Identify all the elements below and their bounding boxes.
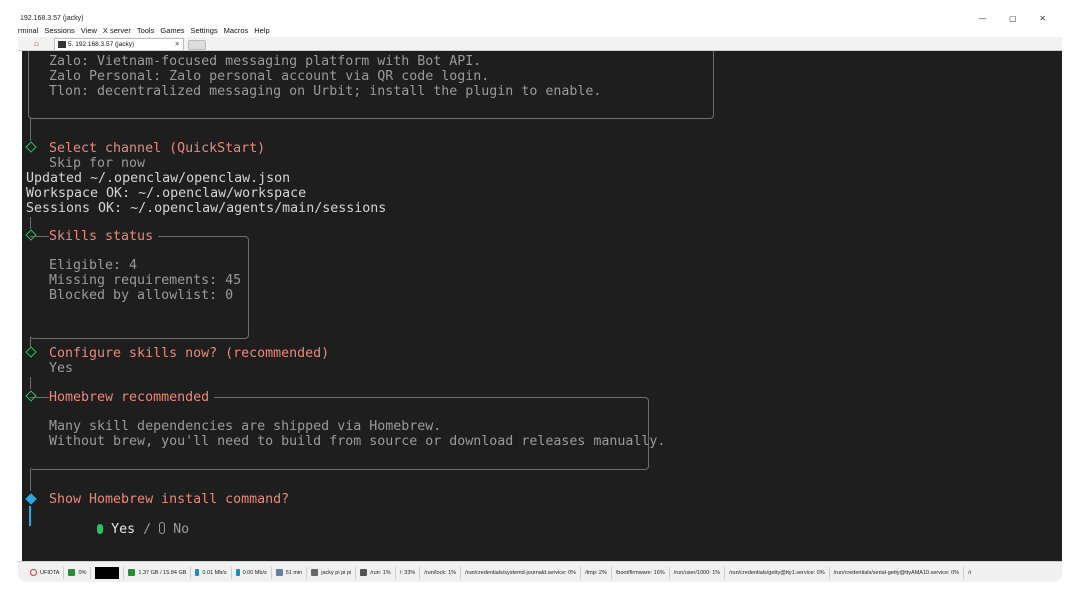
status-uptime: 51 min (272, 566, 308, 579)
uptime-icon (275, 569, 283, 576)
skills-status-title: Skills status (49, 229, 159, 244)
status-text: /run/credentials/serial-getty@ttyAMA10.s… (833, 569, 960, 576)
status-disk-serial: /run/credentials/serial-getty@ttyAMA10.s… (830, 566, 965, 579)
skills-blocked: Blocked by allowlist: 0 (49, 288, 234, 303)
tab-session[interactable]: 5. 192.168.3.57 (jacky) ✕ (54, 38, 184, 50)
upload-icon (195, 569, 200, 576)
menu-view[interactable]: View (81, 24, 97, 37)
status-text: 0% (78, 569, 87, 576)
guide-line (30, 117, 31, 141)
status-disk: /run: 1% (356, 566, 396, 579)
check-diamond-icon (25, 141, 37, 153)
status-download: 0.00 Mb/s (232, 566, 272, 579)
status-text: /run/credentials/getty@tty1.service: 0% (729, 569, 825, 576)
terminal-icon (58, 40, 66, 48)
status-user: jacky pi pi pi (307, 566, 357, 579)
configure-value: Yes (49, 361, 74, 376)
menu-terminal[interactable]: Terminal (18, 24, 38, 37)
user-icon (311, 569, 319, 576)
updated-line: Updated ~/.openclaw/openclaw.json (26, 171, 291, 186)
status-text: /run: 1% (370, 569, 391, 576)
status-bar: UFIDTA 0% 1.37 GB / 15.84 GB 0.01 Mb/s 0… (18, 561, 1062, 582)
status-disk-lock: /run/lock: 1% (420, 566, 462, 579)
status-text: 1.37 GB / 15.84 GB (138, 569, 187, 576)
option-row: Yes / No (49, 507, 189, 552)
status-disk-more: /r (964, 567, 975, 579)
home-icon[interactable]: ⌂ (34, 39, 44, 48)
channel-line-zalo: Zalo: Vietnam-focused messaging platform… (49, 54, 482, 69)
radio-unselected-icon[interactable] (159, 522, 166, 534)
workspace-line: Workspace OK: ~/.openclaw/workspace (26, 186, 307, 201)
guide-line (30, 217, 31, 229)
channel-line-tlon: Tlon: decentralized messaging on Urbit; … (49, 84, 602, 99)
status-text: 0.01 Mb/s (202, 569, 227, 576)
configure-title: Configure skills now? (recommended) (49, 346, 330, 361)
download-icon (235, 569, 240, 576)
status-text: /r (968, 569, 972, 576)
status-text: 0.00 Mb/s (242, 569, 267, 576)
menu-games[interactable]: Games (160, 24, 184, 37)
status-disk-root: /: 33% (396, 566, 421, 579)
active-prompt-diamond-icon (25, 493, 37, 505)
select-channel-title: Select channel (QuickStart) (49, 141, 266, 156)
cpu-icon (68, 569, 76, 576)
power-icon (30, 569, 37, 576)
status-cpu: 0% (64, 566, 92, 579)
active-prompt-bar (29, 506, 31, 526)
radio-selected-icon[interactable] (97, 524, 104, 534)
tab-close-icon[interactable]: ✕ (175, 39, 180, 50)
status-disk-tmp: /tmp: 2% (581, 566, 612, 579)
status-text: 51 min (285, 569, 303, 576)
tab-label: 5. 192.168.3.57 (jacky) (68, 41, 135, 48)
window-controls[interactable]: — ▢ ✕ (979, 14, 1056, 23)
status-power[interactable]: UFIDTA (18, 566, 65, 579)
option-no[interactable]: No (173, 522, 189, 537)
terminal-window: 192.168.3.57 (jacky) — ▢ ✕ Terminal Sess… (18, 14, 1062, 582)
option-yes[interactable]: Yes (111, 522, 135, 537)
status-graph (91, 566, 125, 579)
menu-sessions[interactable]: Sessions (44, 24, 74, 37)
sessions-line: Sessions OK: ~/.openclaw/agents/main/ses… (26, 201, 387, 216)
status-text: /run/user/1000: 1% (673, 569, 721, 576)
homebrew-line-1: Many skill dependencies are shipped via … (49, 419, 442, 434)
channel-line-zalo-personal: Zalo Personal: Zalo personal account via… (49, 69, 490, 84)
menu-bar: Terminal Sessions View X server Tools Ga… (18, 24, 1062, 37)
status-memory: 1.37 GB / 15.84 GB (124, 566, 192, 579)
status-disk-journald: /run/credentials/systemd-journald.servic… (461, 566, 582, 579)
tab-bar: ⌂ 5. 192.168.3.57 (jacky) ✕ t (18, 37, 1062, 67)
status-disk-boot: /boot/firmware: 16% (612, 566, 670, 579)
guide-line (30, 377, 31, 389)
menu-tools[interactable]: Tools (137, 24, 155, 37)
check-diamond-icon (25, 346, 37, 358)
menu-x-server[interactable]: X server (103, 24, 131, 37)
menu-settings[interactable]: Settings (191, 24, 218, 37)
status-text: UFIDTA (40, 569, 60, 576)
homebrew-line-2: Without brew, you'll need to build from … (49, 434, 666, 449)
disk-icon (360, 569, 368, 576)
status-text: /run/credentials/systemd-journald.servic… (465, 569, 577, 576)
skills-eligible: Eligible: 4 (49, 258, 138, 273)
status-text: jacky pi pi pi (321, 569, 352, 576)
select-channel-value: Skip for now (49, 156, 146, 171)
graph-icon (95, 566, 120, 579)
status-text: /boot/firmware: 16% (615, 569, 665, 576)
status-disk-user: /run/user/1000: 1% (670, 566, 726, 579)
terminal-area[interactable]: Zalo: Vietnam-focused messaging platform… (22, 51, 1062, 561)
menu-help[interactable]: Help (254, 24, 269, 37)
homebrew-title: Homebrew recommended (49, 390, 215, 405)
option-separator: / (143, 522, 152, 537)
status-disk-getty: /run/credentials/getty@tty1.service: 0% (725, 566, 830, 579)
skills-missing: Missing requirements: 45 (49, 273, 242, 288)
status-text: /: 33% (399, 569, 416, 576)
window-title: 192.168.3.57 (jacky) (20, 15, 84, 22)
show-command-title: Show Homebrew install command? (49, 492, 290, 507)
status-text: /run/lock: 1% (424, 569, 457, 576)
status-text: /tmp: 2% (585, 569, 607, 576)
status-upload: 0.01 Mb/s (191, 566, 232, 579)
guide-line (30, 469, 31, 491)
menu-macros[interactable]: Macros (224, 24, 249, 37)
memory-icon (128, 569, 136, 576)
new-tab-button[interactable] (188, 40, 206, 50)
